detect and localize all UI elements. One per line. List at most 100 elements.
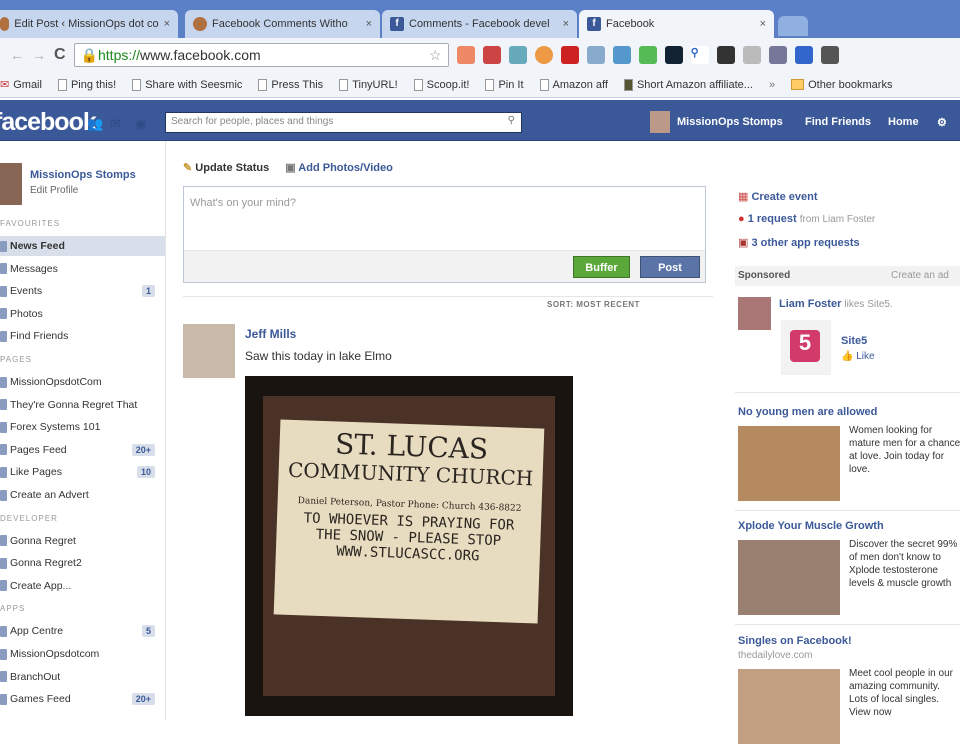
sidebar-item[interactable]: MissionOpsdotcom xyxy=(0,644,165,664)
layers-icon[interactable] xyxy=(716,46,735,64)
close-icon[interactable]: × xyxy=(164,18,170,30)
create-ad-link[interactable]: Create an ad xyxy=(891,270,949,281)
extension-icon[interactable] xyxy=(794,46,813,64)
sidebar-item[interactable]: They're Gonna Regret That xyxy=(0,395,165,415)
request-link[interactable]: ● 1 request from Liam Foster xyxy=(738,213,875,225)
sidebar-item[interactable]: Pages Feed 20+ xyxy=(0,440,165,460)
extension-icon[interactable] xyxy=(456,46,475,64)
extension-icon[interactable] xyxy=(768,46,787,64)
bookmark[interactable]: TinyURL! xyxy=(339,78,398,91)
notifications-icon[interactable]: ◉ xyxy=(135,116,146,132)
extension-icon[interactable] xyxy=(508,46,527,64)
more-bookmarks-icon[interactable]: » xyxy=(769,79,775,91)
sidebar-item[interactable]: Find Friends xyxy=(0,326,165,346)
facebook-logo[interactable]: facebook xyxy=(0,108,97,137)
extension-icon[interactable] xyxy=(560,46,579,64)
sidebar-item[interactable]: News Feed xyxy=(0,236,165,256)
ad-image[interactable] xyxy=(738,540,840,615)
page-icon xyxy=(539,78,549,91)
edit-profile-link[interactable]: Edit Profile xyxy=(30,185,78,196)
extension-icon[interactable] xyxy=(586,46,605,64)
ad-image[interactable] xyxy=(738,426,840,501)
sidebar-item[interactable]: MissionOpsdotCom xyxy=(0,372,165,392)
ad-title[interactable]: Singles on Facebook! xyxy=(738,635,852,647)
extension-icon[interactable] xyxy=(820,46,839,64)
friend-requests-icon[interactable]: 👥 xyxy=(87,116,103,132)
sort-dropdown[interactable]: SORT: MOST RECENT xyxy=(547,300,640,309)
sidebar-item[interactable]: Games Feed 20+ xyxy=(0,689,165,709)
search-icon[interactable]: ⚲ xyxy=(508,115,515,126)
sidebar-item[interactable]: Gonna Regret xyxy=(0,531,165,551)
ad-title[interactable]: No young men are allowed xyxy=(738,406,877,418)
status-input[interactable]: What's on your mind? xyxy=(184,187,705,250)
sidebar-item[interactable]: Like Pages 10 xyxy=(0,462,165,482)
bookmark[interactable]: Pin It xyxy=(485,78,524,91)
extension-icon[interactable] xyxy=(638,46,657,64)
profile-link[interactable]: MissionOps Stomps xyxy=(677,116,783,128)
sidebar-item[interactable]: BranchOut xyxy=(0,667,165,687)
bookmark-other[interactable]: Other bookmarks xyxy=(791,79,892,91)
bookmark[interactable]: Press This xyxy=(258,78,323,91)
settings-icon[interactable]: ⚙ xyxy=(937,116,947,129)
ad-domain[interactable]: thedailylove.com xyxy=(738,650,812,661)
messages-icon[interactable]: ✉ xyxy=(110,116,121,132)
like-button[interactable]: 👍 Like xyxy=(841,351,875,362)
reload-icon[interactable]: C xyxy=(54,46,66,64)
close-icon[interactable]: × xyxy=(563,18,569,30)
update-status-tab[interactable]: ✎ Update Status xyxy=(183,161,269,174)
extension-icon[interactable] xyxy=(612,46,631,64)
extension-icon[interactable] xyxy=(534,46,553,64)
bookmark[interactable]: Amazon aff xyxy=(539,78,608,91)
liam-link[interactable]: Liam Foster xyxy=(779,298,841,310)
author-avatar[interactable] xyxy=(183,324,235,378)
sidebar-item[interactable]: Messages xyxy=(0,259,165,279)
bookmark[interactable]: Short Amazon affiliate... xyxy=(623,78,753,91)
buffer-button[interactable]: Buffer xyxy=(573,256,630,278)
address-bar[interactable]: 🔒 https://www.facebook.com ☆ xyxy=(73,43,449,67)
bookmark[interactable]: Ping this! xyxy=(57,78,116,91)
new-tab-button[interactable] xyxy=(778,16,808,36)
avatar[interactable] xyxy=(650,111,670,133)
sidebar-item[interactable]: Create an Advert xyxy=(0,485,165,505)
site5-logo-box[interactable]: 5 xyxy=(781,320,831,375)
tab-fb-comments[interactable]: Facebook Comments Witho × xyxy=(185,10,380,38)
ad-image[interactable] xyxy=(738,669,840,744)
tab-comments-dev[interactable]: f Comments - Facebook devel × xyxy=(382,10,577,38)
search-extension-icon[interactable]: ⚲ xyxy=(690,46,709,64)
tab-facebook[interactable]: f Facebook × xyxy=(579,10,774,38)
label: 1 request xyxy=(747,213,797,225)
bookmark[interactable]: Share with Seesmic xyxy=(132,78,242,91)
sidebar-item[interactable]: Create App... xyxy=(0,576,165,596)
post-photo[interactable]: ST. LUCAS COMMUNITY CHURCH Daniel Peters… xyxy=(245,376,573,716)
item-icon xyxy=(0,648,7,660)
sidebar-item[interactable]: Gonna Regret2 xyxy=(0,553,165,573)
post-author[interactable]: Jeff Mills xyxy=(245,327,296,341)
gear-icon[interactable] xyxy=(742,46,761,64)
bookmark-gmail[interactable]: ✉ Gmail xyxy=(0,78,42,92)
sidebar-item[interactable]: Photos xyxy=(0,304,165,324)
close-icon[interactable]: × xyxy=(366,18,372,30)
profile-name[interactable]: MissionOps Stomps xyxy=(30,169,136,181)
create-event-link[interactable]: ▦ Create event xyxy=(738,190,818,203)
add-photos-tab[interactable]: ▣ Add Photos/Video xyxy=(285,161,393,174)
tab-edit-post[interactable]: Edit Post ‹ MissionOps dot co × xyxy=(0,10,178,38)
app-requests-link[interactable]: ▣ 3 other app requests xyxy=(738,236,860,249)
extension-icon[interactable] xyxy=(664,46,683,64)
site5-link[interactable]: Site5 xyxy=(841,335,867,347)
back-icon[interactable]: ← xyxy=(10,47,24,63)
forward-icon[interactable]: → xyxy=(32,47,46,63)
home-link[interactable]: Home xyxy=(888,116,919,128)
extension-icon[interactable] xyxy=(482,46,501,64)
liam-avatar[interactable] xyxy=(738,297,771,330)
post-button[interactable]: Post xyxy=(640,256,700,278)
sidebar-item[interactable]: Events 1 xyxy=(0,281,165,301)
close-icon[interactable]: × xyxy=(760,18,766,30)
star-icon[interactable]: ☆ xyxy=(429,47,442,64)
bookmark[interactable]: Scoop.it! xyxy=(413,78,469,91)
find-friends-link[interactable]: Find Friends xyxy=(805,116,871,128)
ad-title[interactable]: Xplode Your Muscle Growth xyxy=(738,520,884,532)
profile-avatar[interactable] xyxy=(0,163,22,205)
search-input[interactable]: Search for people, places and things ⚲ xyxy=(165,112,522,133)
sidebar-item[interactable]: Forex Systems 101 xyxy=(0,417,165,437)
sidebar-item[interactable]: App Centre 5 xyxy=(0,621,165,641)
